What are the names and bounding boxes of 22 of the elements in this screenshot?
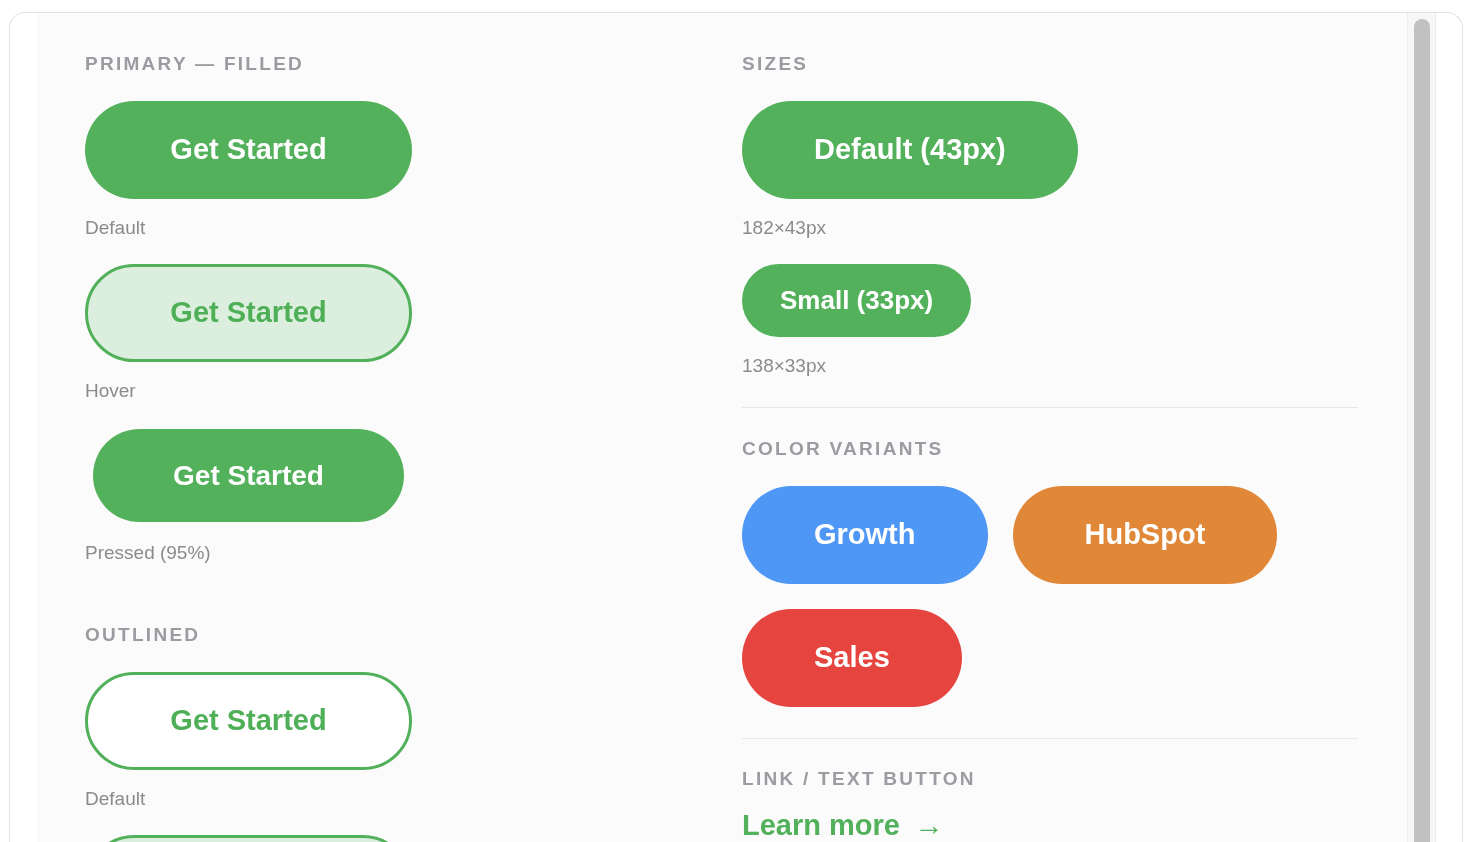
section-heading: COLOR VARIANTS — [742, 438, 945, 459]
caption: Default — [85, 218, 147, 238]
section-heading: LINK / TEXT BUTTON — [742, 769, 977, 789]
get-started-button[interactable]: Get Started — [85, 264, 412, 362]
caption: Hover — [85, 381, 137, 401]
learn-more-link[interactable]: Learn more → — [742, 808, 944, 842]
caption: Default — [85, 789, 147, 809]
get-started-button[interactable]: Get Started — [85, 101, 412, 199]
get-started-button[interactable]: Get Started — [93, 429, 404, 522]
small-button[interactable]: Small (33px) — [742, 264, 972, 337]
section-heading: PRIMARY — FILLED — [85, 54, 306, 74]
color-button[interactable]: Growth — [742, 485, 988, 584]
outlined-button[interactable]: Get Started — [85, 672, 412, 770]
caption: 138×33px — [742, 356, 827, 376]
color-button[interactable]: HubSpot — [1012, 485, 1278, 584]
section-heading: OUTLINED — [85, 625, 202, 645]
caption: 182×43px — [742, 218, 827, 238]
scrollbar-thumb[interactable] — [1413, 19, 1430, 842]
section-heading: SIZES — [742, 54, 810, 74]
caption: Pressed (95%) — [85, 543, 212, 563]
color-button[interactable]: Sales — [742, 608, 962, 707]
default-button[interactable]: Default (43px) — [742, 101, 1078, 199]
